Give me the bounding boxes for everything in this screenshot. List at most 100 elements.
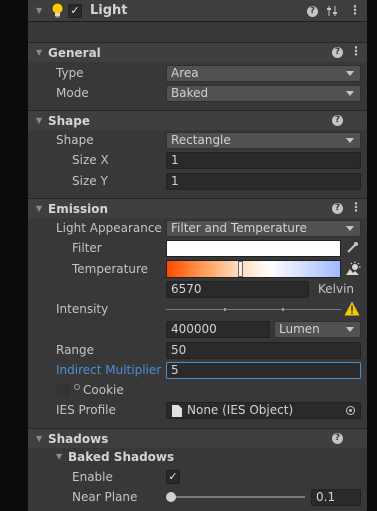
- temperature-label: Temperature: [72, 262, 149, 276]
- near-plane-row: Near Plane 0.1: [28, 487, 367, 507]
- enable-row: Enable ✓: [28, 467, 367, 487]
- foldout-arrow-icon[interactable]: ▼: [36, 205, 44, 213]
- section-title: Emission: [48, 202, 108, 216]
- baked-shadows-title: Baked Shadows: [68, 450, 175, 464]
- filter-row: Filter: [28, 238, 367, 258]
- chevron-down-icon: [346, 137, 354, 143]
- enable-checkbox[interactable]: ✓: [166, 470, 180, 484]
- temperature-slider-thumb[interactable]: [238, 261, 243, 277]
- intensity-value-field[interactable]: 400000: [166, 320, 270, 338]
- section-general-header[interactable]: ▼ General ? ⋮: [28, 42, 367, 62]
- section-title: Shadows: [48, 432, 109, 446]
- mode-label: Mode: [56, 86, 89, 100]
- ies-profile-label: IES Profile: [56, 403, 116, 417]
- foldout-arrow-icon[interactable]: ▼: [36, 117, 44, 125]
- temperature-unit: Kelvin: [318, 282, 355, 296]
- warning-icon: [344, 301, 360, 316]
- component-title: Light: [90, 3, 128, 18]
- foldout-arrow-icon[interactable]: ▼: [36, 435, 44, 443]
- light-appearance-row: Light Appearance Filter and Temperature: [28, 218, 367, 238]
- section-emission-header[interactable]: ▼ Emission ? ⋮: [28, 198, 367, 218]
- shape-label: Shape: [56, 133, 94, 147]
- chevron-down-icon: [346, 70, 354, 76]
- ies-profile-value: None (IES Object): [187, 402, 294, 417]
- section-title: Shape: [48, 114, 91, 128]
- cookie-row: Cookie: [28, 380, 367, 400]
- mode-dropdown-value: Baked: [171, 85, 209, 100]
- file-icon: [172, 404, 182, 417]
- help-icon[interactable]: ?: [332, 203, 343, 214]
- section-shadows-header[interactable]: ▼ Shadows ?: [28, 428, 367, 448]
- indirect-multiplier-field[interactable]: 5: [166, 361, 361, 379]
- near-plane-slider-track[interactable]: [166, 492, 305, 502]
- inspector-panel: ▼ ✓ Light ? ⋮ ▼ General ? ⋮ Type Area Mo…: [28, 0, 367, 511]
- type-dropdown-value: Area: [171, 65, 199, 80]
- temperature-row: Temperature: [28, 258, 367, 280]
- shape-dropdown-value: Rectangle: [171, 132, 231, 147]
- intensity-slider-tick: [224, 308, 226, 311]
- section-title: General: [48, 46, 101, 60]
- kebab-icon[interactable]: ⋮: [350, 200, 362, 214]
- light-appearance-dropdown[interactable]: Filter and Temperature: [166, 219, 361, 237]
- type-label: Type: [56, 66, 84, 80]
- intensity-unit-dropdown[interactable]: Lumen: [274, 320, 361, 338]
- size-y-row: Size Y 1: [28, 171, 367, 191]
- indirect-multiplier-label: Indirect Multiplier: [56, 363, 162, 377]
- foldout-arrow-icon[interactable]: ▼: [56, 453, 64, 461]
- ies-profile-row: IES Profile None (IES Object): [28, 400, 367, 420]
- help-icon[interactable]: ?: [332, 115, 343, 126]
- help-icon[interactable]: ?: [332, 433, 343, 444]
- size-y-field[interactable]: 1: [166, 172, 361, 190]
- size-x-row: Size X 1: [28, 150, 367, 170]
- help-icon[interactable]: ?: [307, 6, 318, 17]
- ies-profile-object-field[interactable]: None (IES Object): [166, 401, 361, 419]
- range-label: Range: [56, 343, 95, 357]
- range-row: Range 50: [28, 340, 367, 360]
- foldout-arrow-icon[interactable]: ▼: [36, 49, 44, 57]
- indirect-multiplier-row: Indirect Multiplier 5: [28, 360, 367, 380]
- temperature-value-field[interactable]: 6570: [166, 280, 309, 298]
- baked-shadows-header[interactable]: ▼ Baked Shadows: [28, 447, 367, 467]
- kebab-icon[interactable]: ⋮: [349, 3, 361, 17]
- eyedropper-icon[interactable]: [345, 241, 359, 255]
- component-enabled-checkbox[interactable]: ✓: [68, 4, 82, 18]
- size-x-label: Size X: [72, 153, 109, 167]
- shape-dropdown[interactable]: Rectangle: [166, 131, 361, 149]
- light-bulb-icon: [52, 3, 63, 18]
- near-plane-field[interactable]: 0.1: [311, 488, 361, 506]
- help-icon[interactable]: ?: [332, 47, 343, 58]
- cookie-override-icon: [74, 384, 80, 390]
- near-plane-slider-thumb[interactable]: [166, 492, 176, 502]
- enable-label: Enable: [72, 470, 113, 484]
- size-x-field[interactable]: 1: [166, 151, 361, 169]
- intensity-value-row: 400000 Lumen: [28, 319, 367, 339]
- sun-icon: [346, 261, 361, 275]
- chevron-down-icon: [346, 90, 354, 96]
- chevron-down-icon: [346, 326, 354, 332]
- mode-row: Mode Baked: [28, 83, 367, 103]
- filter-color-swatch[interactable]: [166, 240, 341, 257]
- cookie-checkbox[interactable]: [56, 383, 70, 397]
- light-component-header[interactable]: ▼ ✓ Light ? ⋮: [28, 0, 367, 22]
- light-appearance-label: Light Appearance: [56, 221, 162, 235]
- filter-label: Filter: [72, 241, 102, 255]
- type-row: Type Area: [28, 63, 367, 83]
- intensity-row: Intensity: [28, 299, 367, 319]
- temperature-gradient-slider[interactable]: [166, 260, 341, 278]
- near-plane-label: Near Plane: [72, 490, 138, 504]
- preset-icon[interactable]: [326, 5, 338, 17]
- intensity-slider-track[interactable]: [166, 308, 341, 311]
- type-dropdown[interactable]: Area: [166, 64, 361, 82]
- temperature-value-row: 6570 Kelvin: [28, 279, 367, 299]
- section-shape-header[interactable]: ▼ Shape ?: [28, 110, 367, 130]
- kebab-icon[interactable]: ⋮: [350, 44, 362, 58]
- size-y-label: Size Y: [72, 174, 108, 188]
- object-picker-icon[interactable]: [346, 405, 355, 415]
- foldout-arrow-icon[interactable]: ▼: [36, 7, 44, 15]
- shape-row: Shape Rectangle: [28, 130, 367, 150]
- intensity-slider-tick: [282, 308, 284, 311]
- mode-dropdown[interactable]: Baked: [166, 84, 361, 102]
- range-field[interactable]: 50: [166, 341, 361, 359]
- intensity-label: Intensity: [56, 302, 109, 316]
- cookie-label: Cookie: [83, 383, 124, 397]
